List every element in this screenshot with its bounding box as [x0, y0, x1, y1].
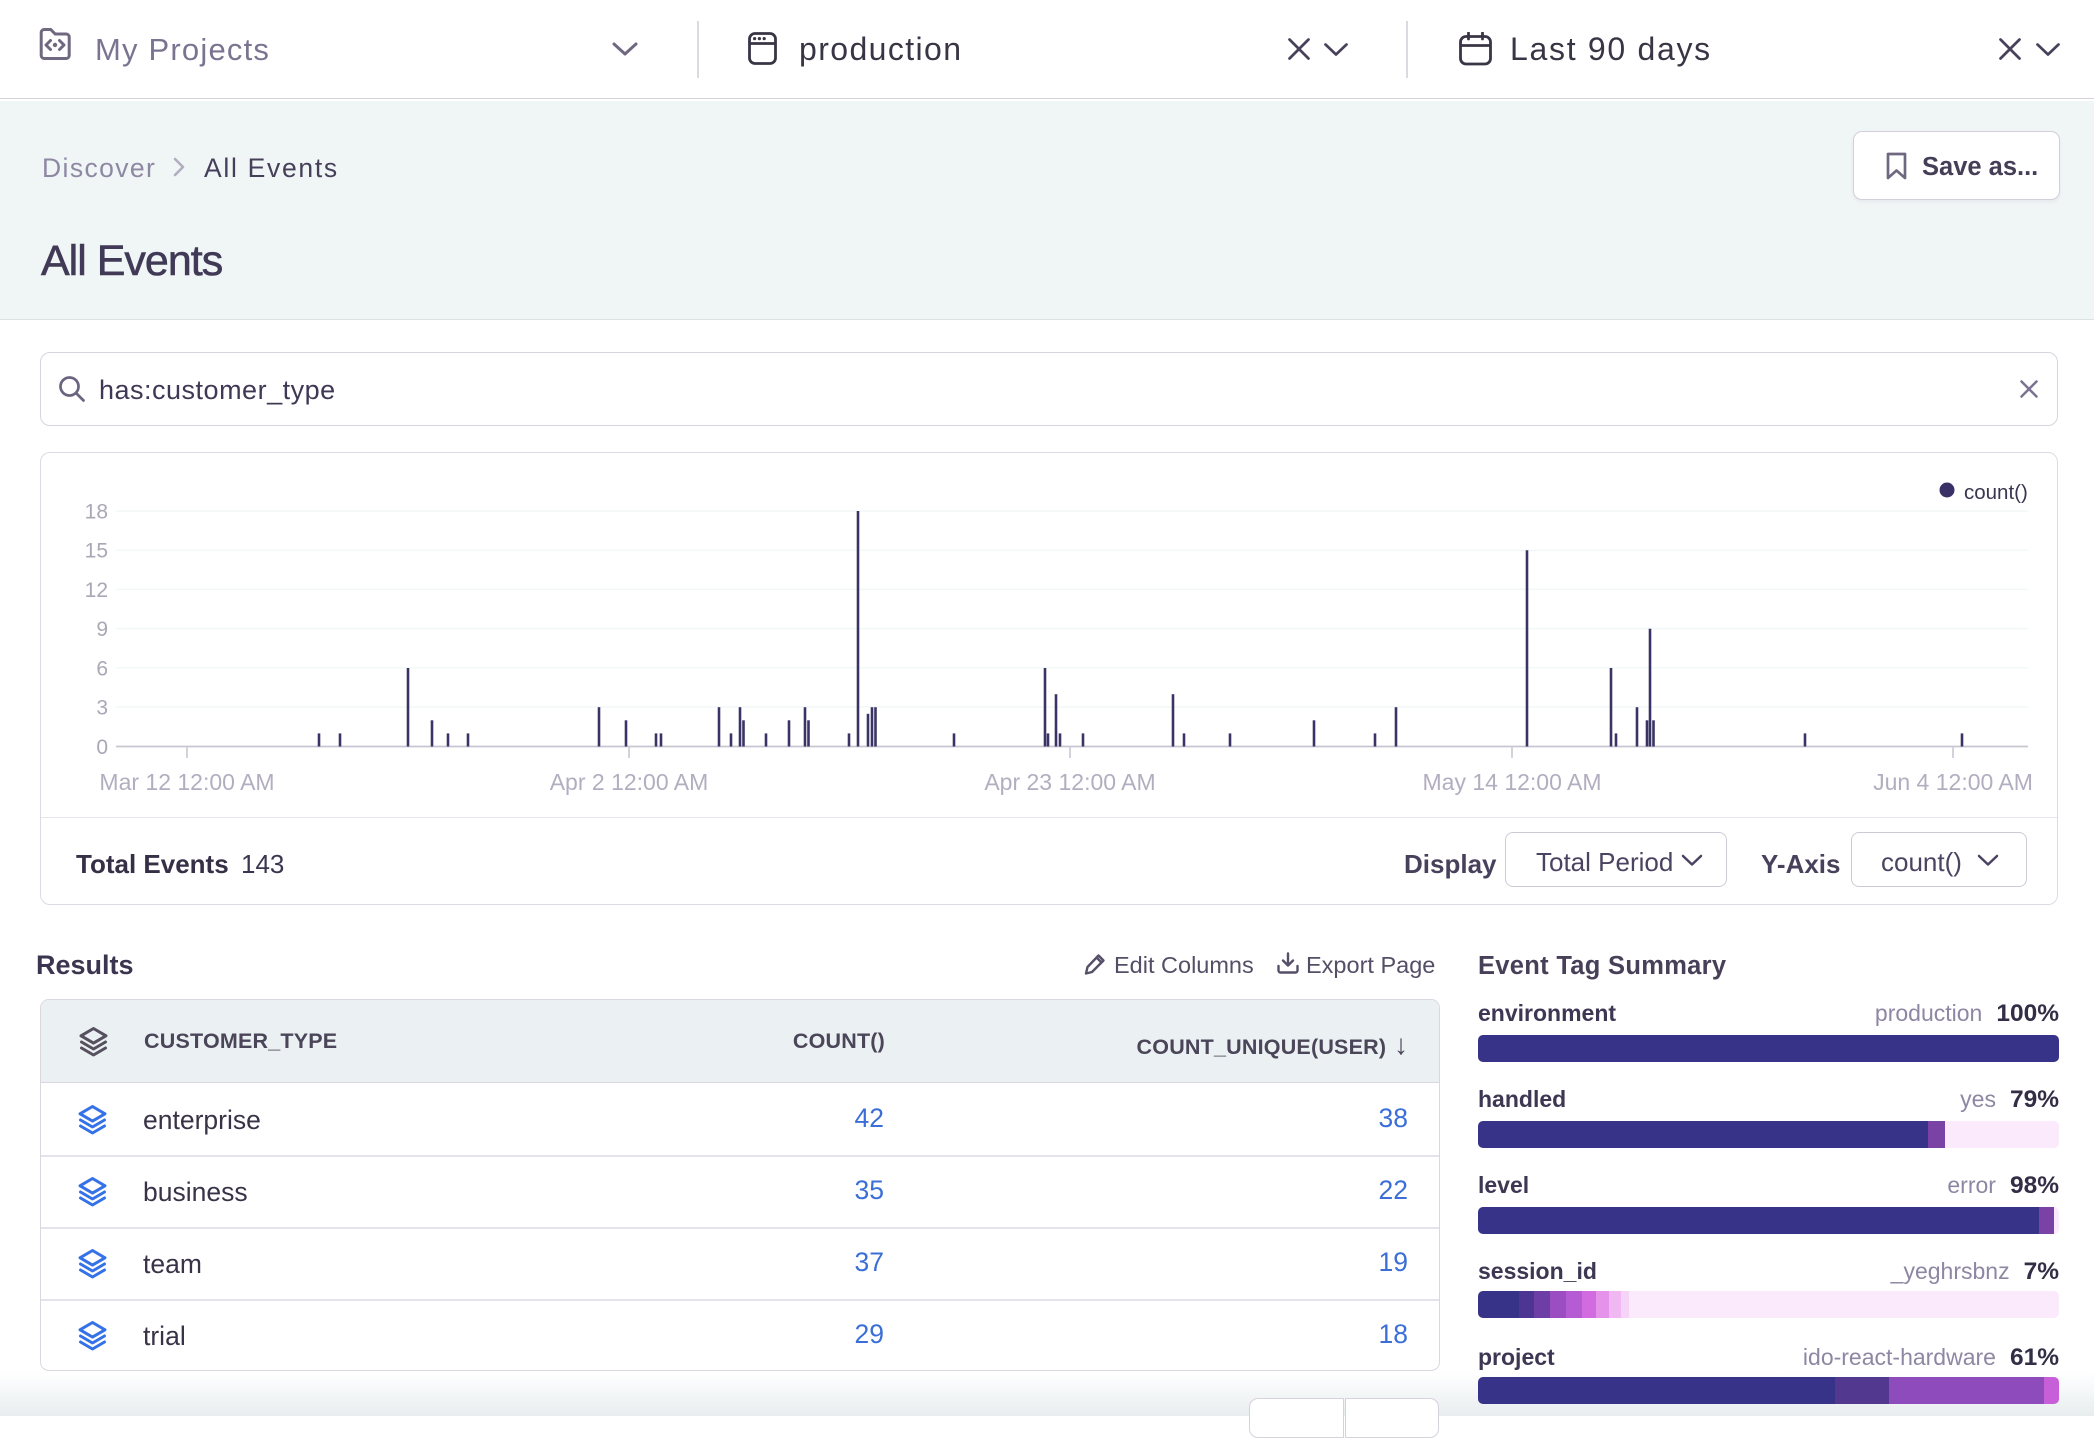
svg-text:3: 3 [96, 696, 108, 719]
svg-text:6: 6 [96, 657, 108, 680]
svg-text:15: 15 [85, 540, 108, 563]
svg-text:12: 12 [85, 579, 108, 602]
svg-text:0: 0 [96, 736, 108, 759]
svg-text:Apr 23 12:00 AM: Apr 23 12:00 AM [984, 769, 1155, 795]
svg-text:count(): count() [1964, 481, 2028, 504]
svg-text:Mar 12 12:00 AM: Mar 12 12:00 AM [99, 769, 274, 795]
svg-text:Jun 4 12:00 AM: Jun 4 12:00 AM [1873, 769, 2033, 795]
svg-text:9: 9 [96, 618, 108, 641]
svg-text:18: 18 [85, 501, 108, 524]
svg-text:Apr 2 12:00 AM: Apr 2 12:00 AM [550, 769, 709, 795]
svg-text:May 14 12:00 AM: May 14 12:00 AM [1423, 769, 1602, 795]
